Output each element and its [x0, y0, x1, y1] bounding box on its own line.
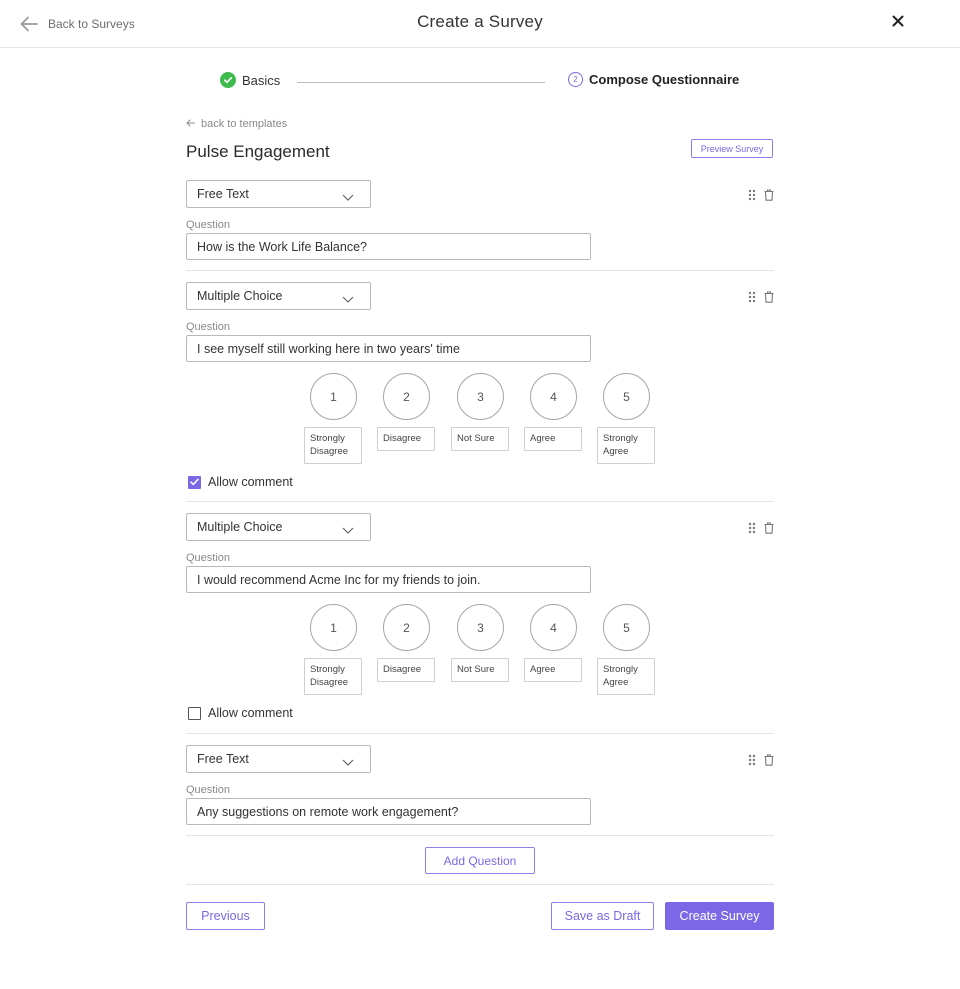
step-compose-label: Compose Questionnaire [589, 72, 740, 87]
step-basics-label: Basics [242, 72, 281, 88]
step-basics[interactable]: Basics [220, 72, 280, 88]
divider [186, 733, 774, 734]
drag-handle-icon[interactable] [748, 189, 756, 201]
scale-label-3[interactable]: Not Sure [451, 658, 509, 682]
drag-handle-icon[interactable] [748, 522, 756, 534]
checkbox-unchecked-icon [188, 706, 201, 720]
divider [186, 270, 774, 271]
question-tools [748, 754, 774, 766]
trash-icon[interactable] [764, 291, 774, 303]
page-title: Create a Survey [417, 12, 543, 31]
close-icon [892, 14, 904, 32]
scale-option-5[interactable]: 5 [603, 604, 650, 651]
question-input[interactable] [186, 566, 591, 593]
scale-option-4[interactable]: 4 [530, 373, 577, 420]
question-type-value: Free Text [197, 187, 249, 201]
question-tools [748, 291, 774, 303]
allow-comment-checkbox[interactable]: Allow comment [188, 475, 293, 489]
question-tools [748, 522, 774, 534]
question-input[interactable] [186, 798, 591, 825]
chevron-down-icon [342, 523, 354, 537]
question-type-value: Multiple Choice [197, 289, 283, 303]
scale-option-5[interactable]: 5 [603, 373, 650, 420]
preview-survey-button[interactable]: Preview Survey [691, 139, 773, 158]
question-block: Free Text Question [186, 180, 774, 271]
question-label: Question [186, 219, 231, 231]
divider [186, 501, 774, 502]
question-label: Question [186, 784, 231, 796]
question-type-value: Free Text [197, 752, 249, 766]
back-to-templates-label: back to templates [201, 118, 288, 130]
scale-label-4[interactable]: Agree [524, 658, 582, 682]
chevron-down-icon [342, 190, 354, 204]
question-tools [748, 189, 774, 201]
divider [186, 835, 774, 836]
scale-label-5[interactable]: Strongly Agree [597, 658, 655, 695]
question-label: Question [186, 321, 231, 333]
trash-icon[interactable] [764, 754, 774, 766]
trash-icon[interactable] [764, 189, 774, 201]
question-type-value: Multiple Choice [197, 520, 283, 534]
top-bar: Back to Surveys Create a Survey [0, 0, 960, 48]
scale-option-1[interactable]: 1 [310, 373, 357, 420]
scale-option-3[interactable]: 3 [457, 373, 504, 420]
allow-comment-label: Allow comment [208, 475, 293, 489]
scale-label-2[interactable]: Disagree [377, 427, 435, 451]
question-block: Free Text Question [186, 745, 774, 836]
checkbox-checked-icon [188, 475, 201, 489]
previous-button[interactable]: Previous [186, 902, 265, 930]
question-type-select[interactable]: Free Text [186, 745, 371, 773]
question-input[interactable] [186, 233, 591, 260]
progress-stepper: Basics 2 Compose Questionnaire [0, 72, 960, 94]
step-compose[interactable]: 2 Compose Questionnaire [568, 72, 739, 87]
chevron-down-icon [342, 292, 354, 306]
check-circle-icon [220, 72, 236, 88]
scale-option-4[interactable]: 4 [530, 604, 577, 651]
question-input[interactable] [186, 335, 591, 362]
scale-label-1[interactable]: Strongly Disagree [304, 427, 362, 464]
question-block: Multiple Choice Question 1 2 3 4 5 Stron… [186, 513, 774, 734]
drag-handle-icon[interactable] [748, 291, 756, 303]
save-draft-button[interactable]: Save as Draft [551, 902, 654, 930]
scale-option-2[interactable]: 2 [383, 604, 430, 651]
scale-label-2[interactable]: Disagree [377, 658, 435, 682]
question-type-select[interactable]: Multiple Choice [186, 282, 371, 310]
trash-icon[interactable] [764, 522, 774, 534]
question-block: Multiple Choice Question 1 2 3 4 5 Stron… [186, 282, 774, 502]
allow-comment-label: Allow comment [208, 706, 293, 720]
create-survey-button[interactable]: Create Survey [665, 902, 774, 930]
scale-label-3[interactable]: Not Sure [451, 427, 509, 451]
question-type-select[interactable]: Free Text [186, 180, 371, 208]
drag-handle-icon[interactable] [748, 754, 756, 766]
back-to-templates-link[interactable]: back to templates [186, 118, 287, 130]
chevron-down-icon [342, 755, 354, 769]
allow-comment-checkbox[interactable]: Allow comment [188, 706, 293, 720]
scale-label-5[interactable]: Strongly Agree [597, 427, 655, 464]
scale-option-1[interactable]: 1 [310, 604, 357, 651]
scale-option-3[interactable]: 3 [457, 604, 504, 651]
scale-option-2[interactable]: 2 [383, 373, 430, 420]
question-type-select[interactable]: Multiple Choice [186, 513, 371, 541]
scale-label-1[interactable]: Strongly Disagree [304, 658, 362, 695]
arrow-left-icon [186, 118, 195, 130]
close-button[interactable] [888, 12, 908, 34]
question-label: Question [186, 552, 231, 564]
step-number: 2 [568, 72, 583, 87]
scale-label-4[interactable]: Agree [524, 427, 582, 451]
divider [186, 884, 774, 885]
add-question-button[interactable]: Add Question [425, 847, 535, 874]
step-connector [297, 82, 545, 83]
survey-name: Pulse Engagement [186, 142, 330, 161]
